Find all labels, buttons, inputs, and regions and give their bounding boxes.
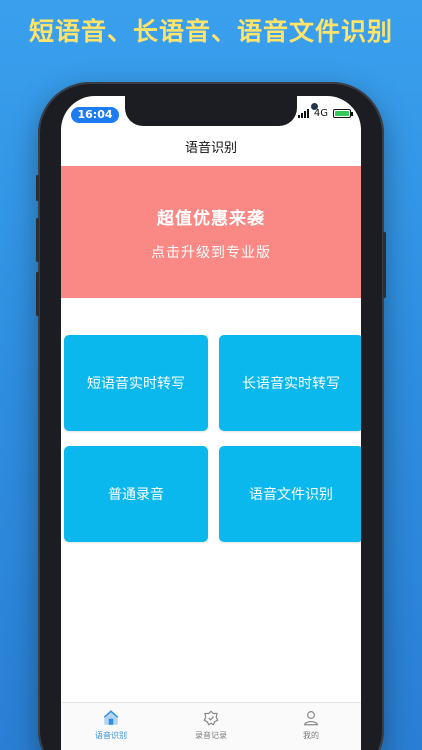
status-time: 16:04 [71,107,119,123]
banner-title: 超值优惠来袭 [157,209,265,229]
person-icon [303,711,319,726]
tab-profile[interactable]: 我的 [261,703,361,750]
tab-label: 我的 [303,731,319,740]
house-icon [103,710,119,725]
phone-power-button [383,232,386,298]
app-screen: 16:04 4G 语音识别 超值优惠来袭 点击升级到专业版 短语音实时转写 长语… [61,96,361,750]
tab-bar: 语音识别 录音记录 我的 [61,702,361,750]
tab-recording-history[interactable]: 录音记录 [161,703,261,750]
battery-icon [333,109,353,118]
banner-subtitle: 点击升级到专业版 [151,245,271,261]
upgrade-banner[interactable]: 超值优惠来袭 点击升级到专业版 [61,166,361,298]
promo-headline: 短语音、长语音、语音文件识别 [28,17,393,46]
status-indicators: 4G [297,108,353,119]
phone-volume-up [36,218,39,262]
signal-icon [297,109,309,118]
audio-file-recognize-button[interactable]: 语音文件识别 [219,446,361,542]
tab-label: 语音识别 [95,731,127,740]
tab-label: 录音记录 [195,731,227,740]
long-speech-transcribe-button[interactable]: 长语音实时转写 [219,335,361,431]
badge-icon [203,710,219,726]
tab-speech-recognition[interactable]: 语音识别 [61,703,161,750]
nav-title: 语音识别 [184,141,237,156]
network-type: 4G [313,108,328,119]
normal-record-button[interactable]: 普通录音 [64,446,208,542]
phone-notch [125,96,318,126]
phone-side-button [36,175,39,201]
short-speech-transcribe-button[interactable]: 短语音实时转写 [64,335,208,431]
phone-volume-down [36,272,39,316]
